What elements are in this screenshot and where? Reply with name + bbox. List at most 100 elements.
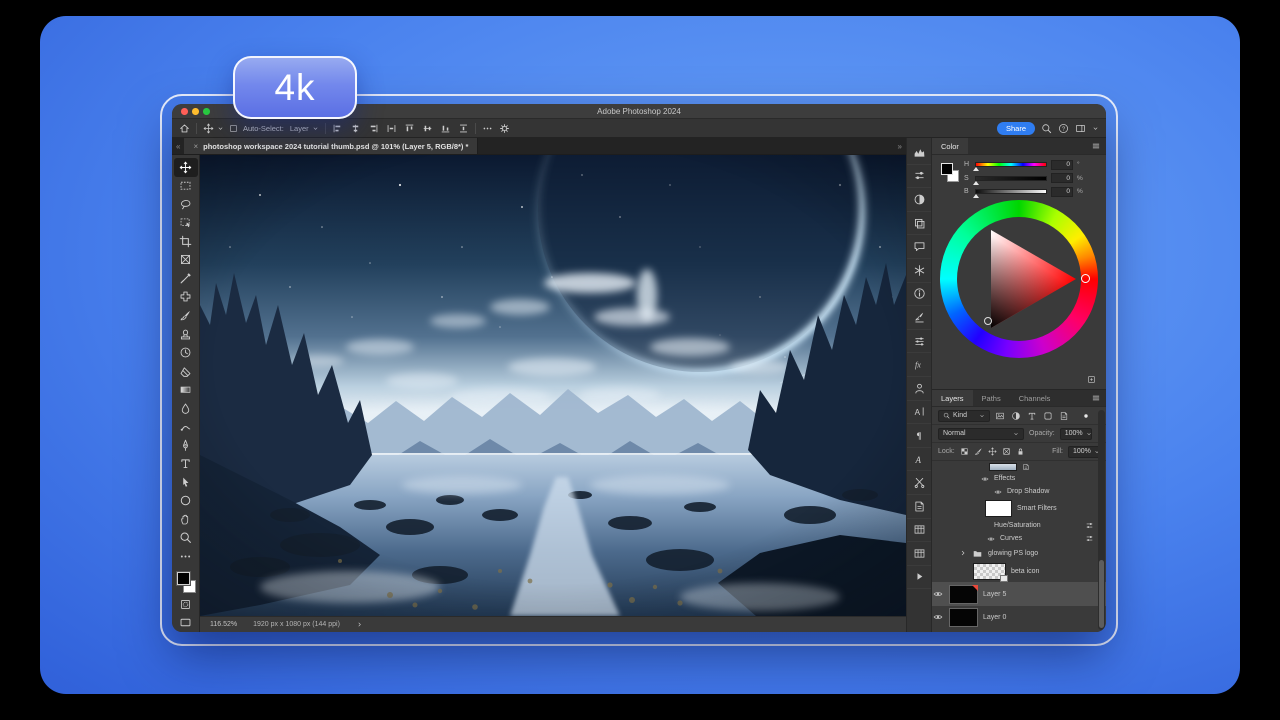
layer-thumbnail[interactable] [949,608,978,627]
group-collapse-chevron-icon[interactable] [959,549,967,557]
history-brush-tool[interactable] [174,343,198,362]
hue-ring-selector[interactable] [1081,274,1090,283]
foreground-color-swatch[interactable] [177,572,190,585]
workspace-switcher-icon[interactable] [1075,123,1086,134]
h-value-field[interactable]: 0 [1051,160,1073,170]
paragraph-panel-icon[interactable] [907,424,931,448]
align-bottom-icon[interactable] [440,123,451,134]
fill-field[interactable]: 100% [1068,446,1100,458]
layer-thumbnail[interactable] [985,500,1012,517]
tab-overflow-right[interactable]: » [894,142,906,151]
glyphs-panel-icon[interactable] [907,448,931,472]
comments-panel-icon[interactable] [907,235,931,259]
move-tool[interactable] [174,158,198,177]
notes-panel-icon[interactable] [907,495,931,519]
share-button[interactable]: Share [997,122,1035,135]
lock-pixels-icon[interactable] [974,447,983,456]
info-panel-icon[interactable] [907,283,931,307]
distribute-horizontal-icon[interactable] [386,123,397,134]
effect-visibility-eye-icon[interactable] [987,535,995,543]
histogram-panel-icon[interactable] [907,141,931,165]
type-tool[interactable] [174,455,198,474]
effect-visibility-eye-icon[interactable] [981,475,989,483]
quick-mask-button[interactable] [174,595,198,614]
layer-row-layer-0[interactable]: Layer 0 [932,606,1106,628]
layer-row-glowing-ps-logo[interactable]: glowing PS logo [932,545,1106,561]
layer-row-layer-5[interactable]: Layer 5 [932,582,1106,606]
tool-presets-panel-icon[interactable] [907,471,931,495]
character-styles-panel-icon[interactable] [907,519,931,543]
more-tools-button[interactable] [174,547,198,566]
object-selection-tool[interactable] [174,214,198,233]
paragraph-styles-panel-icon[interactable] [907,542,931,566]
zoom-level-field[interactable]: 116.52% [210,621,237,628]
workspace-settings-gear-icon[interactable] [499,123,510,134]
effects-panel-icon[interactable] [907,353,931,377]
patterns-panel-icon[interactable] [907,259,931,283]
align-center-icon[interactable] [350,123,361,134]
filter-adjustment-layers-icon[interactable] [1011,411,1021,421]
filter-pixel-layers-icon[interactable] [995,411,1005,421]
triangle-selector[interactable] [984,317,992,325]
shape-tool[interactable] [174,492,198,511]
filter-type-layers-icon[interactable] [1027,411,1037,421]
filter-kind-dropdown[interactable]: Kind [938,410,990,422]
actions-panel-icon[interactable] [907,566,931,590]
layer-thumbnail[interactable] [973,563,1006,580]
gradient-tool[interactable] [174,380,198,399]
adjustment-toggle-icon[interactable] [1085,521,1094,530]
zoom-tool[interactable] [174,529,198,548]
b-value-field[interactable]: 0 [1051,187,1073,197]
home-icon[interactable] [179,123,190,134]
hand-tool[interactable] [174,510,198,529]
document-tab[interactable]: × photoshop workspace 2024 tutorial thum… [184,138,478,154]
slider-marker[interactable] [973,194,979,198]
status-options-chevron-icon[interactable] [356,621,363,628]
pen-tool[interactable] [174,436,198,455]
panel-menu-icon[interactable] [1091,141,1101,151]
filter-shape-layers-icon[interactable] [1043,411,1053,421]
saturation-brightness-triangle[interactable] [940,200,1098,358]
tab-layers[interactable]: Layers [932,390,973,406]
tab-paths[interactable]: Paths [973,390,1010,406]
layer-row[interactable] [932,461,1106,472]
clipped-layer-thumbnail[interactable] [989,463,1017,471]
help-icon[interactable] [1058,123,1069,134]
lock-artboard-icon[interactable] [1002,447,1011,456]
lasso-tool[interactable] [174,195,198,214]
foreground-color-swatch[interactable] [941,163,953,175]
layer-row-smart-filters[interactable]: Smart Filters [932,498,1106,519]
tab-overflow-left[interactable]: « [172,142,184,151]
brush-settings-panel-icon[interactable] [907,306,931,330]
libraries-panel-icon[interactable] [907,377,931,401]
filter-toggle-icon[interactable] [1082,412,1090,420]
adjustment-toggle-icon[interactable] [1085,534,1094,543]
distribute-vertical-icon[interactable] [458,123,469,134]
layer-row-drop-shadow[interactable]: Drop Shadow [932,485,1106,498]
slider-marker[interactable] [973,181,979,185]
layer-row-effects[interactable]: Effects [932,472,1106,485]
eyedropper-tool[interactable] [174,269,198,288]
align-left-icon[interactable] [332,123,343,134]
smudge-tool[interactable] [174,417,198,436]
lock-transparency-icon[interactable] [960,447,969,456]
layer-visibility-eye-icon[interactable] [933,612,943,622]
h-slider-track[interactable] [975,162,1047,167]
eraser-tool[interactable] [174,362,198,381]
filter-smart-objects-icon[interactable] [1059,411,1069,421]
frame-tool[interactable] [174,251,198,270]
zoom-window-button[interactable] [203,108,210,115]
layer-row-beta-icon[interactable]: beta icon [932,561,1106,582]
clone-source-panel-icon[interactable] [907,188,931,212]
lock-all-icon[interactable] [1016,447,1025,456]
layer-row-curves[interactable]: Curves [932,532,1106,545]
close-tab-icon[interactable]: × [193,142,198,151]
b-slider-track[interactable] [975,189,1047,194]
lock-position-icon[interactable] [988,447,997,456]
minimize-window-button[interactable] [192,108,199,115]
layer-visibility-eye-icon[interactable] [933,589,943,599]
effect-visibility-eye-icon[interactable] [994,488,1002,496]
tab-color[interactable]: Color [932,138,968,154]
crop-tool[interactable] [174,232,198,251]
close-window-button[interactable] [181,108,188,115]
